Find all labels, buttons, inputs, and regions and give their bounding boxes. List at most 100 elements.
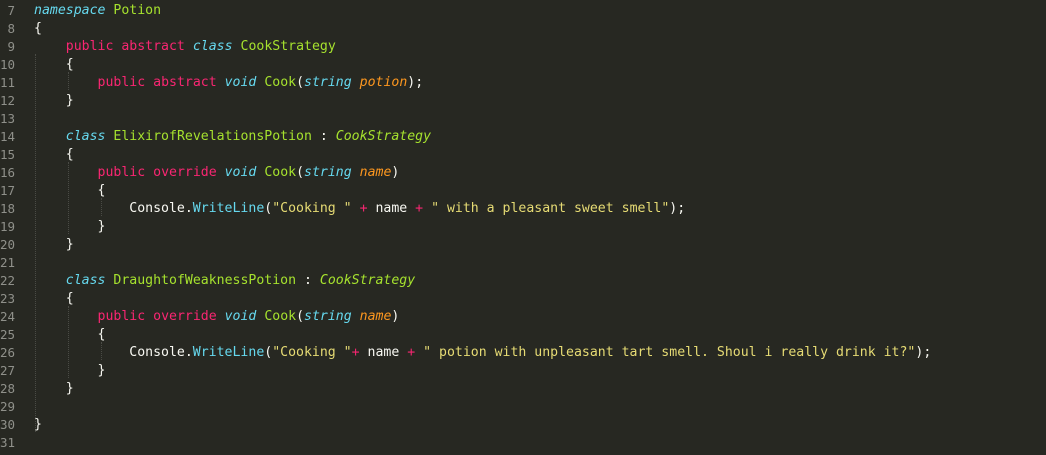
line-number: 20: [0, 237, 15, 252]
code-token: );: [915, 345, 932, 360]
code-token: " with a pleasant sweet smell": [431, 201, 670, 216]
code-token: Cook: [264, 165, 297, 180]
code-token: (: [296, 165, 305, 180]
code-line[interactable]: public abstract class CookStrategy: [34, 38, 336, 56]
code-line[interactable]: {: [34, 20, 42, 38]
code-token: }: [34, 93, 74, 108]
code-token: );: [407, 75, 424, 90]
code-line[interactable]: {: [34, 146, 74, 164]
code-token: {: [34, 147, 74, 162]
code-token: CookStrategy: [319, 273, 416, 288]
code-token: abstract: [153, 75, 217, 90]
code-token: +: [407, 345, 416, 360]
line-number: 21: [0, 255, 15, 270]
code-token: {: [34, 291, 74, 306]
line-number: 13: [0, 111, 15, 126]
code-token: public: [97, 309, 146, 324]
code-token: ): [391, 165, 400, 180]
code-line[interactable]: Console.WriteLine("Cooking " + name + " …: [34, 200, 685, 218]
code-token: CookStrategy: [335, 129, 432, 144]
code-line[interactable]: Console.WriteLine("Cooking "+ name + " p…: [34, 344, 931, 362]
code-token: }: [34, 237, 74, 252]
code-line[interactable]: namespace Potion: [34, 2, 161, 20]
code-token: "Cooking ": [272, 345, 352, 360]
code-line[interactable]: class DraughtofWeaknessPotion : CookStra…: [34, 272, 415, 290]
code-token: "Cooking ": [272, 201, 352, 216]
line-number: 22: [0, 273, 15, 288]
code-line[interactable]: }: [34, 218, 106, 236]
line-number: 24: [0, 309, 15, 324]
line-number: 19: [0, 219, 15, 234]
code-line[interactable]: {: [34, 182, 106, 200]
code-token: override: [153, 309, 217, 324]
code-token: Console.: [34, 345, 193, 360]
code-token: name: [367, 201, 416, 216]
code-line[interactable]: {: [34, 326, 106, 344]
code-token: :: [311, 129, 336, 144]
code-line[interactable]: }: [34, 380, 74, 398]
code-line[interactable]: }: [34, 362, 106, 380]
code-token: void: [224, 75, 257, 90]
code-line[interactable]: }: [34, 236, 74, 254]
code-token: WriteLine: [192, 201, 265, 216]
code-token: {: [34, 183, 106, 198]
code-token: " potion with unpleasant tart smell. Sho…: [423, 345, 916, 360]
code-token: string: [304, 165, 352, 180]
line-number: 16: [0, 165, 15, 180]
line-number: 9: [7, 39, 15, 54]
line-number: 11: [0, 75, 15, 90]
code-token: +: [351, 345, 360, 360]
code-token: }: [34, 219, 106, 234]
code-token: Cook: [264, 309, 297, 324]
code-token: public: [65, 39, 114, 54]
line-number: 12: [0, 93, 15, 108]
code-token: DraughtofWeaknessPotion: [113, 273, 297, 288]
code-line[interactable]: {: [34, 290, 74, 308]
code-token: {: [34, 327, 106, 342]
code-editor[interactable]: 7 8 9 10 11 12 13 14 15 16 17 18 19 20 21 22 23 24 25 26 27 2…: [0, 0, 1046, 455]
code-token: class: [65, 273, 106, 288]
code-token: public: [97, 75, 146, 90]
code-line[interactable]: }: [34, 92, 74, 110]
code-token: name: [359, 345, 408, 360]
line-number: 14: [0, 129, 15, 144]
code-line[interactable]: }: [34, 416, 42, 434]
code-token: CookStrategy: [240, 39, 336, 54]
code-token: ): [391, 309, 400, 324]
code-token: Console.: [34, 201, 193, 216]
code-token: {: [34, 57, 74, 72]
line-number: 18: [0, 201, 15, 216]
code-token: public: [97, 165, 146, 180]
code-line[interactable]: {: [34, 56, 74, 74]
code-token: }: [34, 363, 106, 378]
code-token: {: [34, 21, 42, 36]
line-number: 31: [0, 435, 15, 450]
code-line[interactable]: public abstract void Cook(string potion)…: [34, 74, 424, 92]
code-token: +: [359, 201, 368, 216]
line-number: 8: [7, 21, 15, 36]
code-line[interactable]: public override void Cook(string name): [34, 164, 400, 182]
code-token: class: [65, 129, 106, 144]
code-line[interactable]: public override void Cook(string name): [34, 308, 400, 326]
code-token: string: [304, 75, 352, 90]
code-line[interactable]: class ElixirofRevelationsPotion : CookSt…: [34, 128, 431, 146]
code-token: }: [34, 381, 74, 396]
code-token: string: [304, 309, 352, 324]
code-area[interactable]: namespace Potion{ public abstract class …: [34, 0, 1044, 455]
code-token: Potion: [113, 3, 162, 18]
code-token: );: [669, 201, 686, 216]
